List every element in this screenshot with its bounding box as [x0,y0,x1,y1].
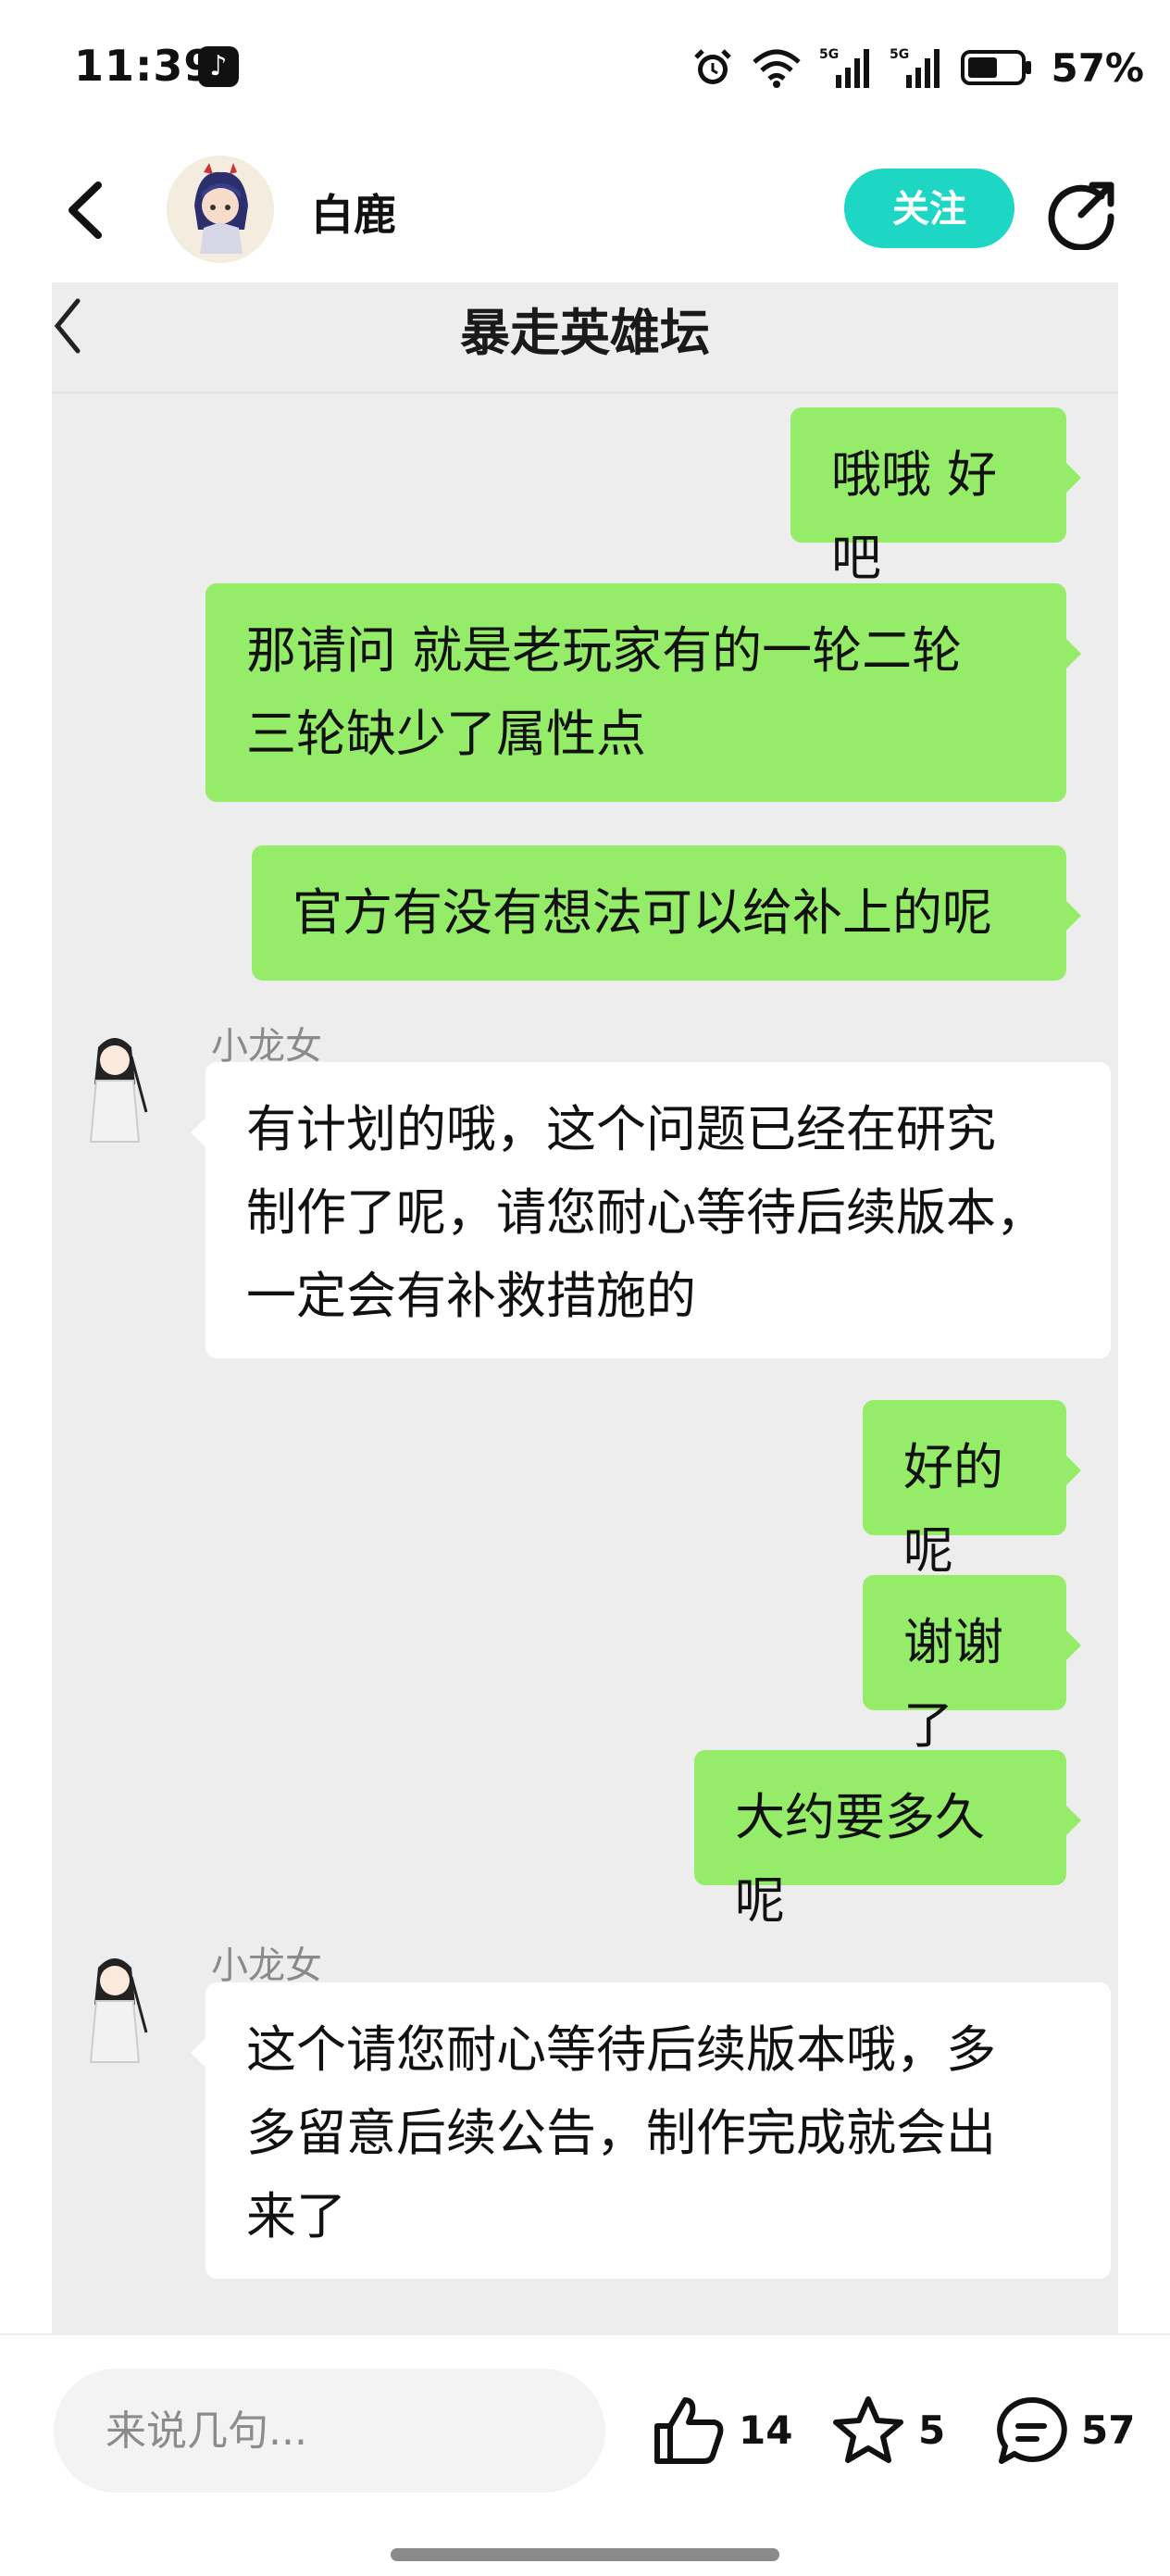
chat-title: 暴走英雄坛 [460,304,710,362]
message-text: 来了 [246,2187,346,2245]
message-text: 多留意后续公告，制作完成就会出 [246,2104,996,2162]
signal-5g-icon: 5G [890,47,940,88]
message-bubble-outgoing: 谢谢了 [863,1575,1081,1755]
favorite-count: 5 [918,2407,946,2453]
chat-header: 暴走英雄坛 [52,282,1118,395]
alarm-icon [694,49,732,84]
message-text: 谢谢了 [903,1613,1003,1755]
message-bubble-outgoing: 哦哦 好吧 [790,407,1081,587]
comment-count: 57 [1081,2407,1136,2453]
wifi-icon [753,49,802,88]
message-text: 这个请您耐心等待后续版本哦，多 [246,2020,996,2079]
message-bubble-incoming: 这个请您耐心等待后续版本哦，多 多留意后续公告，制作完成就会出 来了 [191,1982,1111,2279]
home-indicator[interactable] [391,2548,779,2561]
divider [52,392,1118,394]
like-button[interactable]: 14 [652,2393,792,2467]
message-text: 哦哦 好吧 [831,445,998,587]
message-bubble-outgoing: 官方有没有想法可以给补上的呢 [252,845,1081,981]
favorite-button[interactable]: 5 [831,2393,945,2467]
message-text: 大约要多久呢 [735,1788,985,1930]
status-icons: 5G 5G 57% [691,43,1144,93]
message-bubble-outgoing: 那请问 就是老玩家有的一轮二轮 三轮缺少了属性点 [205,583,1081,802]
status-time: 11:39 [74,41,215,91]
signal-label: 5G [819,47,839,62]
message-text: 一定会有补救措施的 [246,1267,696,1325]
username[interactable]: 白鹿 [311,181,396,243]
message-text: 制作了呢，请您耐心等待后续版本， [246,1183,1046,1242]
bottom-action-bar: 14 5 57 [0,2333,1170,2576]
avatar-image [167,156,274,263]
comment-input[interactable] [54,2369,605,2493]
follow-button[interactable]: 关注 [844,169,1014,248]
signal-label: 5G [890,47,909,62]
avatar[interactable] [167,156,274,263]
like-count: 14 [739,2407,793,2453]
comment-bubble-icon [997,2396,1067,2464]
battery-percent: 57% [1051,44,1144,91]
sender-avatar [89,1038,148,1143]
sender-name: 小龙女 [211,1945,322,1987]
message-text: 三轮缺少了属性点 [246,705,646,763]
message-text: 官方有没有想法可以给补上的呢 [292,883,992,942]
sender-avatar [89,1958,148,2063]
message-bubble-outgoing: 好的呢 [863,1400,1081,1580]
message-bubble-outgoing: 大约要多久呢 [694,1750,1081,1930]
post-header: 白鹿 关注 [0,139,1170,278]
message-text: 有计划的哦，这个问题已经在研究 [246,1100,996,1158]
message-text: 好的呢 [903,1438,1003,1580]
post-image[interactable]: 暴走英雄坛 哦哦 好吧 那请问 就是老玩家有的一轮二轮 三轮缺少了属性点 官方有… [52,282,1118,2333]
message-bubble-incoming: 有计划的哦，这个问题已经在研究 制作了呢，请您耐心等待后续版本， 一定会有补救措… [191,1062,1111,1358]
share-icon[interactable] [1046,176,1120,250]
comment-button[interactable]: 57 [994,2393,1135,2467]
thumbs-up-icon [654,2397,724,2464]
back-button[interactable] [57,178,113,243]
status-bar: 11:39 ♪ 5G 5G 57% [0,0,1170,139]
star-icon [833,2396,903,2463]
tiktok-icon: ♪ [198,46,239,87]
battery-icon [961,50,1032,85]
signal-5g-icon: 5G [819,47,870,88]
message-text: 那请问 就是老玩家有的一轮二轮 [246,621,963,680]
